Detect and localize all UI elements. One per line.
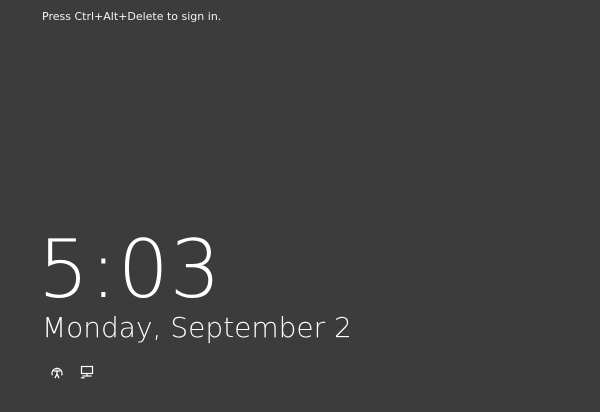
network-icon[interactable] bbox=[78, 363, 96, 381]
sign-in-hint: Press Ctrl+Alt+Delete to sign in. bbox=[42, 10, 222, 23]
ease-of-access-icon[interactable] bbox=[48, 363, 66, 381]
status-tray bbox=[48, 362, 96, 382]
lock-screen[interactable]: Press Ctrl+Alt+Delete to sign in. 5:03 M… bbox=[0, 0, 600, 412]
clock-time: 5:03 bbox=[38, 223, 222, 316]
clock-date: Monday, September 2 bbox=[42, 311, 352, 344]
